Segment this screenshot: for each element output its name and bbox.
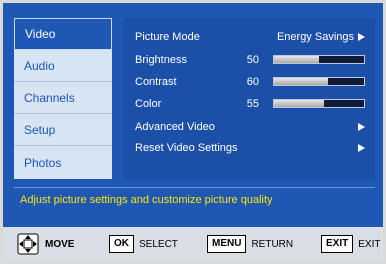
contrast-row[interactable]: Contrast 60: [135, 73, 365, 91]
advanced-video-label: Advanced Video: [135, 121, 215, 133]
exit-key: EXIT: [321, 235, 354, 253]
help-text: Adjust picture settings and customize pi…: [20, 194, 273, 206]
sidebar-item-label: Photos: [24, 155, 62, 170]
right-triangle-icon: [358, 144, 365, 152]
sidebar-item-label: Audio: [24, 58, 55, 73]
contrast-label: Contrast: [135, 76, 177, 88]
picture-mode-value: Energy Savings: [276, 31, 354, 43]
reset-video-label: Reset Video Settings: [135, 142, 238, 154]
menu-return-label: RETURN: [251, 238, 294, 250]
dpad-arrows-icon: [17, 233, 39, 255]
sidebar-item-label: Channels: [24, 90, 75, 105]
menu-return-hint: MENU RETURN: [207, 234, 293, 254]
right-triangle-icon: [358, 33, 365, 41]
contrast-slider-fill: [274, 78, 328, 85]
sidebar-item-label: Setup: [24, 122, 56, 137]
color-label: Color: [135, 98, 162, 110]
ok-key: OK: [109, 235, 134, 253]
sidebar-item-photos[interactable]: Photos: [14, 146, 112, 179]
menu-key: MENU: [207, 235, 247, 253]
brightness-value: 50: [246, 54, 259, 66]
footer-key-hints: MOVE OK SELECT MENU RETURN EXIT EXIT: [3, 227, 383, 261]
ok-select-label: SELECT: [139, 238, 178, 250]
exit-label: EXIT: [358, 238, 381, 250]
contrast-value: 60: [246, 76, 259, 88]
color-row[interactable]: Color 55: [135, 95, 365, 113]
right-triangle-icon: [358, 123, 365, 131]
sidebar-item-setup[interactable]: Setup: [14, 114, 112, 146]
advanced-video-row[interactable]: Advanced Video: [135, 118, 365, 136]
move-hint: MOVE: [17, 233, 75, 255]
help-text-strip: Adjust picture settings and customize pi…: [14, 187, 375, 223]
brightness-row[interactable]: Brightness 50: [135, 51, 365, 69]
picture-mode-row[interactable]: Picture Mode Energy Savings: [135, 28, 365, 46]
color-value: 55: [246, 98, 259, 110]
move-label: MOVE: [45, 238, 75, 250]
sidebar-item-video[interactable]: Video: [14, 18, 112, 50]
video-settings-panel: Picture Mode Energy Savings Brightness 5…: [123, 18, 375, 179]
brightness-label: Brightness: [135, 54, 187, 66]
brightness-slider[interactable]: [273, 55, 365, 64]
sidebar: Video Audio Channels Setup Photos: [14, 18, 112, 179]
tv-osd-menu: Video Audio Channels Setup Photos Pictur…: [0, 0, 386, 264]
sidebar-item-channels[interactable]: Channels: [14, 82, 112, 114]
sidebar-item-label: Video: [25, 27, 56, 41]
brightness-slider-fill: [274, 56, 319, 63]
picture-mode-label: Picture Mode: [135, 31, 200, 43]
advanced-video-arrow-group: [358, 118, 365, 136]
reset-video-row[interactable]: Reset Video Settings: [135, 139, 365, 157]
contrast-slider[interactable]: [273, 77, 365, 86]
picture-mode-value-group: Energy Savings: [277, 28, 365, 46]
ok-select-hint: OK SELECT: [109, 234, 178, 254]
reset-video-arrow-group: [358, 139, 365, 157]
color-slider-fill: [274, 100, 324, 107]
exit-hint: EXIT EXIT: [321, 234, 380, 254]
color-slider[interactable]: [273, 99, 365, 108]
sidebar-item-audio[interactable]: Audio: [14, 50, 112, 82]
